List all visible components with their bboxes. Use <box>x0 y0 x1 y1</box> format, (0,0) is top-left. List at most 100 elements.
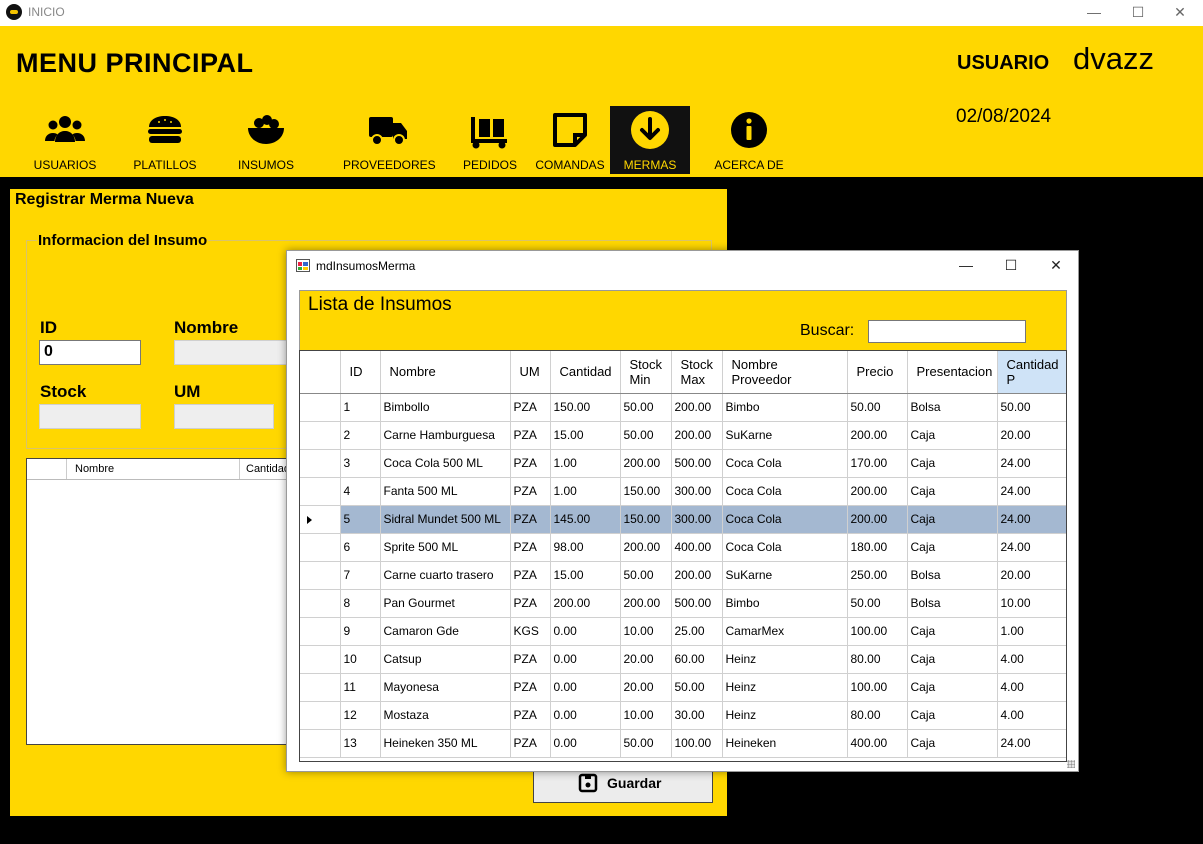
table-cell[interactable]: Mayonesa <box>380 673 511 702</box>
table-cell[interactable]: 150.00 <box>550 393 621 422</box>
table-cell[interactable]: Catsup <box>380 645 511 674</box>
table-cell[interactable]: Carne Hamburguesa <box>380 421 511 450</box>
table-cell[interactable]: 50.00 <box>847 589 908 618</box>
row-header-cell[interactable] <box>300 561 341 590</box>
table-cell[interactable]: Bimbo <box>722 393 848 422</box>
search-input[interactable] <box>868 320 1026 343</box>
nav-comandas-button[interactable]: COMANDAS <box>531 106 609 174</box>
table-cell[interactable]: 50.00 <box>620 729 672 758</box>
table-cell[interactable]: 170.00 <box>847 449 908 478</box>
table-cell[interactable]: 15.00 <box>550 561 621 590</box>
table-cell[interactable]: 400.00 <box>671 533 723 562</box>
table-cell[interactable]: 200.00 <box>847 477 908 506</box>
table-cell[interactable]: Sidral Mundet 500 ML <box>380 505 511 534</box>
table-cell[interactable]: Caja <box>907 729 998 758</box>
table-cell[interactable]: 13 <box>340 729 381 758</box>
table-cell[interactable]: Caja <box>907 533 998 562</box>
col-stock-min[interactable]: Stock Min <box>620 351 672 394</box>
table-cell[interactable]: 100.00 <box>671 729 723 758</box>
row-header-cell[interactable] <box>300 449 341 478</box>
table-cell[interactable]: PZA <box>510 673 551 702</box>
table-cell[interactable]: 1 <box>340 393 381 422</box>
table-cell[interactable]: 25.00 <box>671 617 723 646</box>
table-cell[interactable]: 0.00 <box>550 645 621 674</box>
col-nombre-proveedor[interactable]: Nombre Proveedor <box>722 351 848 394</box>
row-header-cell[interactable] <box>300 673 341 702</box>
table-cell[interactable]: Caja <box>907 617 998 646</box>
table-cell[interactable]: 4.00 <box>997 673 1066 702</box>
table-cell[interactable]: 300.00 <box>671 505 723 534</box>
table-cell[interactable]: 4.00 <box>997 645 1066 674</box>
nav-pedidos-button[interactable]: PEDIDOS <box>451 106 529 174</box>
table-cell[interactable]: 7 <box>340 561 381 590</box>
table-cell[interactable]: Caja <box>907 701 998 730</box>
resize-grip[interactable] <box>1067 760 1075 768</box>
row-header-cell[interactable] <box>300 701 341 730</box>
insumos-grid[interactable]: ID Nombre UM Cantidad Stock Min Stock Ma… <box>299 350 1067 762</box>
table-cell[interactable]: 60.00 <box>671 645 723 674</box>
row-header-cell[interactable] <box>300 393 341 422</box>
table-cell[interactable]: 180.00 <box>847 533 908 562</box>
table-cell[interactable]: 150.00 <box>620 477 672 506</box>
table-cell[interactable]: 200.00 <box>671 393 723 422</box>
table-cell[interactable]: Fanta 500 ML <box>380 477 511 506</box>
table-cell[interactable]: 24.00 <box>997 533 1066 562</box>
table-cell[interactable]: 24.00 <box>997 449 1066 478</box>
table-row[interactable]: 6 Sprite 500 ML PZA 98.00 200.00 400.00 Coca C… <box>300 533 1066 562</box>
nav-usuarios-button[interactable]: USUARIOS <box>26 106 104 174</box>
table-cell[interactable]: Caja <box>907 421 998 450</box>
table-cell[interactable]: Heinz <box>722 673 848 702</box>
col-id[interactable]: ID <box>340 351 381 394</box>
row-header-cell[interactable] <box>300 617 341 646</box>
table-cell[interactable]: Caja <box>907 673 998 702</box>
table-cell[interactable]: PZA <box>510 421 551 450</box>
table-cell[interactable]: 24.00 <box>997 729 1066 758</box>
nombre-field[interactable] <box>174 340 289 365</box>
table-cell[interactable]: 200.00 <box>847 421 908 450</box>
table-row[interactable]: 8 Pan Gourmet PZA 200.00 200.00 500.00 Bimbo 50… <box>300 589 1066 618</box>
table-cell[interactable]: PZA <box>510 477 551 506</box>
table-cell[interactable]: 98.00 <box>550 533 621 562</box>
table-cell[interactable]: 10 <box>340 645 381 674</box>
table-cell[interactable]: 24.00 <box>997 477 1066 506</box>
table-cell[interactable]: 50.00 <box>997 393 1066 422</box>
table-cell[interactable]: 20.00 <box>620 645 672 674</box>
table-cell[interactable]: Carne cuarto trasero <box>380 561 511 590</box>
table-cell[interactable]: 30.00 <box>671 701 723 730</box>
merma-items-grid[interactable]: Nombre Cantidad <box>26 458 326 745</box>
table-cell[interactable]: Caja <box>907 477 998 506</box>
row-header-cell[interactable] <box>300 421 341 450</box>
table-cell[interactable]: Coca Cola 500 ML <box>380 449 511 478</box>
col-cantidad[interactable]: Cantidad <box>550 351 621 394</box>
table-row[interactable]: 11 Mayonesa PZA 0.00 20.00 50.00 Heinz 100.00 Ca… <box>300 673 1066 702</box>
nav-acerca-button[interactable]: ACERCA DE <box>710 106 788 174</box>
table-cell[interactable]: 200.00 <box>671 561 723 590</box>
table-cell[interactable]: PZA <box>510 533 551 562</box>
col-um[interactable]: UM <box>510 351 551 394</box>
table-cell[interactable]: 80.00 <box>847 701 908 730</box>
stock-field[interactable] <box>39 404 141 429</box>
table-row[interactable]: 9 Camaron Gde KGS 0.00 10.00 25.00 CamarMex 100… <box>300 617 1066 646</box>
table-cell[interactable]: 400.00 <box>847 729 908 758</box>
table-cell[interactable]: Caja <box>907 449 998 478</box>
table-cell[interactable]: 20.00 <box>620 673 672 702</box>
table-cell[interactable]: 150.00 <box>620 505 672 534</box>
table-cell[interactable]: PZA <box>510 589 551 618</box>
table-cell[interactable]: 0.00 <box>550 617 621 646</box>
table-cell[interactable]: Caja <box>907 645 998 674</box>
table-cell[interactable]: 300.00 <box>671 477 723 506</box>
table-cell[interactable]: 0.00 <box>550 673 621 702</box>
table-cell[interactable]: 9 <box>340 617 381 646</box>
table-cell[interactable]: 50.00 <box>620 393 672 422</box>
id-field[interactable]: 0 <box>39 340 141 365</box>
table-cell[interactable]: 0.00 <box>550 729 621 758</box>
row-header-cell[interactable] <box>300 729 341 758</box>
table-cell[interactable]: 24.00 <box>997 505 1066 534</box>
nav-proveedores-button[interactable]: PROVEEDORES <box>343 106 436 174</box>
table-cell[interactable]: Coca Cola <box>722 533 848 562</box>
table-cell[interactable]: 250.00 <box>847 561 908 590</box>
row-header-cell[interactable] <box>300 477 341 506</box>
table-cell[interactable]: KGS <box>510 617 551 646</box>
table-row[interactable]: 5 Sidral Mundet 500 ML PZA 145.00 150.00 300.… <box>300 505 1066 534</box>
table-cell[interactable]: 4.00 <box>997 701 1066 730</box>
